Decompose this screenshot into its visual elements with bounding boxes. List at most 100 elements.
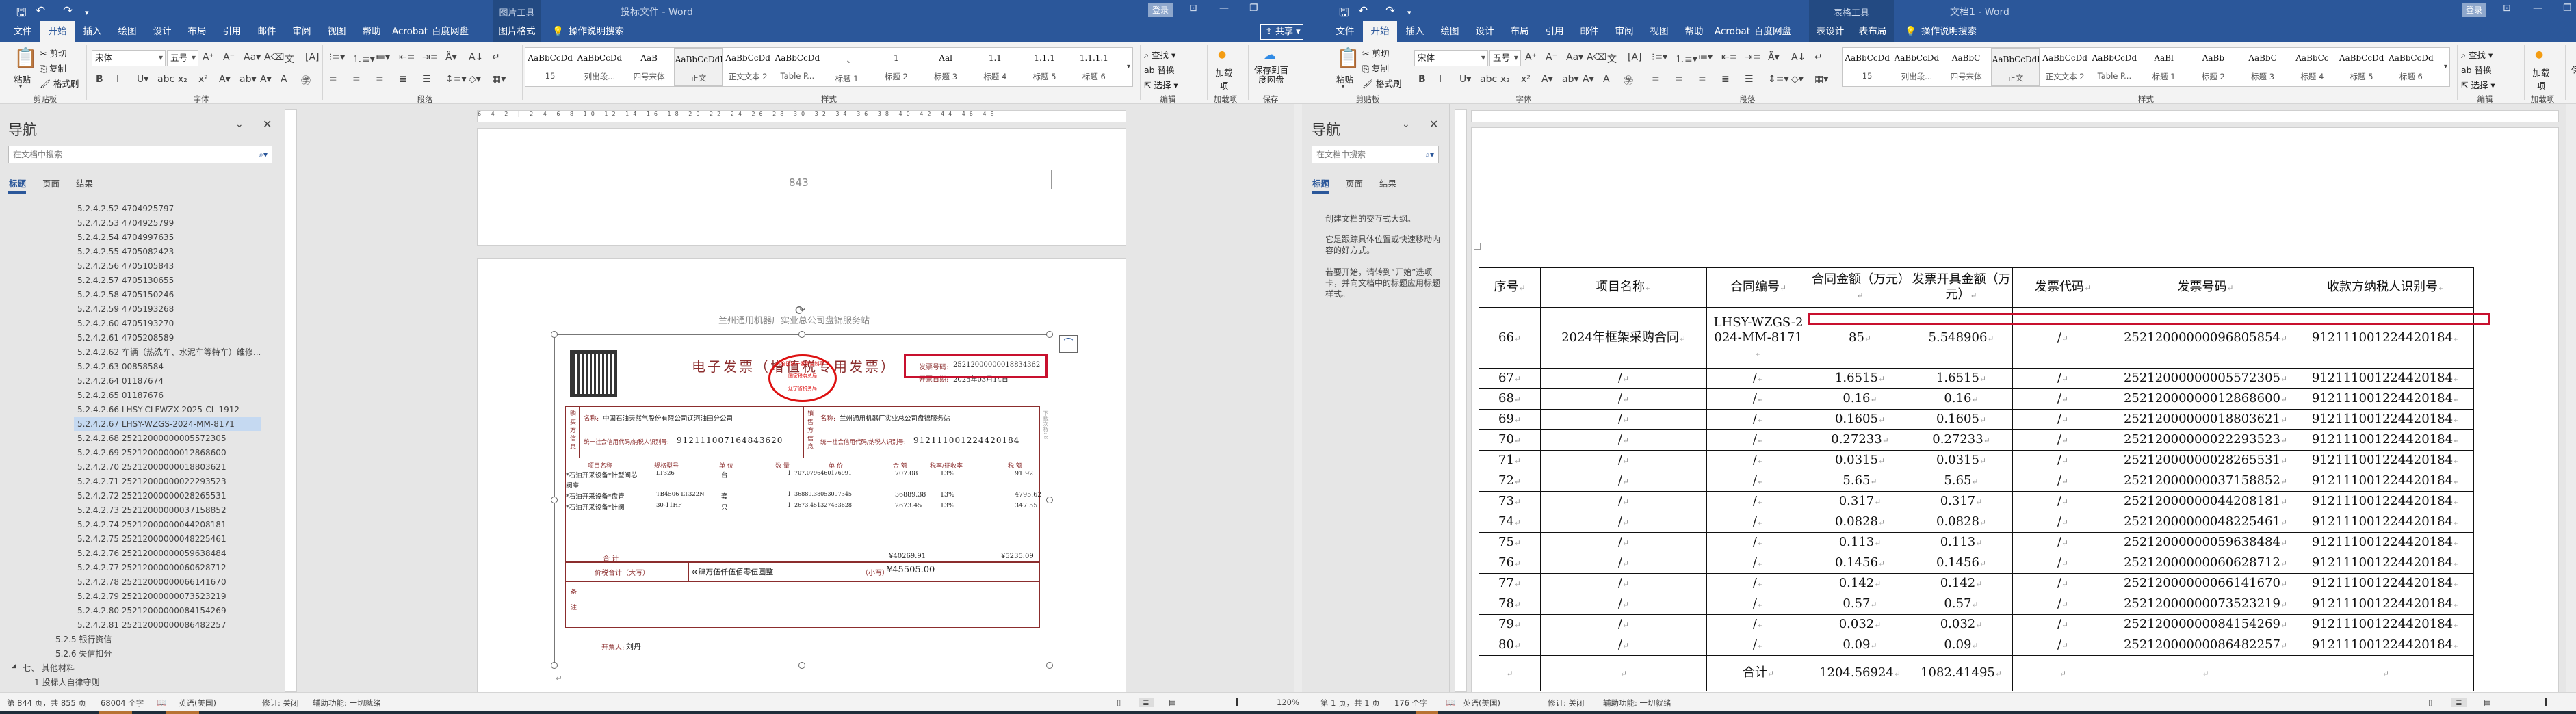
align-right-icon[interactable]: ≡: [376, 74, 384, 85]
text-effects-icon[interactable]: A▾: [1541, 74, 1553, 85]
table-cell[interactable]: /↵: [2012, 635, 2113, 656]
font-size-select[interactable]: 五号 ▼: [1489, 50, 1521, 66]
print-layout-icon[interactable]: ≣: [2451, 698, 2467, 707]
character-shading-icon[interactable]: A: [1603, 74, 1610, 85]
login-button[interactable]: 登录: [1148, 3, 1173, 17]
table-cell[interactable]: /↵: [1706, 388, 1810, 410]
table-cell[interactable]: 0.1605↵: [1910, 409, 2013, 430]
language[interactable]: 英语(美国): [1463, 698, 1500, 709]
style-标题 3[interactable]: AaBbC 标题 3: [2238, 48, 2287, 86]
table-cell[interactable]: 0.27233↵: [1910, 429, 2013, 451]
save-to-baidu-button[interactable]: 保存到百度网盘: [2569, 66, 2576, 85]
shrink-font-icon[interactable]: A⁻: [223, 52, 235, 63]
nav-heading-item[interactable]: 5.2.4.2.53 4704925799: [77, 216, 174, 230]
style-标题 3[interactable]: Aal 标题 3: [921, 48, 970, 86]
tab-审阅[interactable]: 审阅: [1607, 21, 1641, 42]
table-cell[interactable]: 0.032↵: [1910, 614, 2013, 635]
paste-button[interactable]: 粘贴: [1336, 72, 1353, 85]
nav-heading-item[interactable]: 5.2.4.2.54 4704997635: [77, 230, 174, 244]
table-cell[interactable]: 0.57↵: [1810, 594, 1910, 615]
sort-icon[interactable]: A↓: [1791, 52, 1806, 63]
table-cell[interactable]: 1082.41495↵: [1910, 655, 2013, 691]
table-cell[interactable]: /↵: [1540, 512, 1707, 533]
table-cell[interactable]: /↵: [1706, 429, 1810, 451]
clear-format-icon[interactable]: A⌫: [1587, 52, 1606, 63]
bold-icon[interactable]: B: [1418, 74, 1426, 85]
select-button[interactable]: ⇱ 选择 ▾: [1144, 78, 1178, 91]
table-cell[interactable]: 66↵: [1479, 307, 1541, 369]
tab-文件[interactable]: 文件: [1328, 21, 1362, 42]
tab-邮件[interactable]: 邮件: [1572, 21, 1606, 42]
expand-triangle-icon[interactable]: ◢: [12, 663, 16, 670]
table-cell[interactable]: ↵: [2012, 655, 2113, 691]
table-cell[interactable]: /↵: [2012, 594, 2113, 615]
replace-button[interactable]: ab 替换: [2461, 63, 2492, 76]
proofing-icon[interactable]: 📖: [1446, 698, 1455, 707]
justify-icon[interactable]: ≣: [399, 74, 407, 85]
redo-icon[interactable]: ↷: [63, 4, 73, 18]
style-四号宋体[interactable]: AaB 四号宋体: [625, 48, 674, 86]
nav-heading-item[interactable]: 5.2.4.2.77 25212000000060628712: [77, 561, 226, 574]
table-header-cell[interactable]: 发票号码↵: [2113, 267, 2298, 308]
style-四号宋体[interactable]: AaBbC 四号宋体: [1942, 48, 1991, 86]
table-cell[interactable]: 74↵: [1479, 512, 1541, 533]
vertical-scrollbar[interactable]: [2566, 104, 2576, 692]
table-cell[interactable]: 912111001224420184↵: [2298, 553, 2474, 574]
nav-heading-item[interactable]: 5.2.4.2.73 25212000000037158852: [77, 503, 226, 517]
nav-heading-item[interactable]: 5.2.5 银行资信: [55, 633, 112, 646]
tab-Acrobat[interactable]: Acrobat: [1712, 21, 1753, 42]
table-cell[interactable]: /↵: [2012, 614, 2113, 635]
nav-tab-标题[interactable]: 标题: [9, 176, 26, 189]
tell-me-search[interactable]: 操作说明搜索: [1921, 21, 1977, 42]
table-cell[interactable]: 912111001224420184↵: [2298, 635, 2474, 656]
align-center-icon[interactable]: ≡: [352, 74, 361, 85]
table-cell[interactable]: /↵: [1706, 614, 1810, 635]
table-cell[interactable]: /↵: [2012, 388, 2113, 410]
align-left-icon[interactable]: ≡: [1652, 74, 1660, 85]
table-cell[interactable]: 5.65↵: [1910, 471, 2013, 492]
phonetic-guide-icon[interactable]: 文: [1607, 52, 1617, 66]
table-cell[interactable]: 25212000000060628712↵: [2113, 553, 2298, 574]
style-正文[interactable]: AaBbCcDdI 正文: [673, 48, 723, 86]
table-cell[interactable]: 1.6515↵: [1910, 368, 2013, 389]
borders-icon[interactable]: ▦▾: [492, 74, 506, 85]
tab-帮助[interactable]: 帮助: [354, 21, 389, 42]
table-cell[interactable]: 25212000000012868600↵: [2113, 388, 2298, 410]
bullets-icon[interactable]: ⁝≡▾: [1652, 52, 1667, 63]
proofing-icon[interactable]: 📖: [157, 698, 166, 707]
table-cell[interactable]: 71↵: [1479, 450, 1541, 471]
save-to-baidu-button[interactable]: 保存到百度网盘: [1252, 66, 1290, 85]
table-cell[interactable]: /↵: [1540, 594, 1707, 615]
enclose-character-icon[interactable]: ㊫: [301, 74, 311, 88]
nav-heading-item[interactable]: 5.2.4.2.61 4705208589: [77, 331, 174, 345]
style-Table P...[interactable]: AaBbCcDd Table P...: [2090, 48, 2139, 86]
nav-heading-item[interactable]: 5.2.4.2.81 25212000000086482257: [77, 618, 226, 632]
nav-heading-item[interactable]: 5.2.4.2.55 4705082423: [77, 245, 174, 259]
table-cell[interactable]: /↵: [1706, 512, 1810, 533]
tab-审阅[interactable]: 审阅: [285, 21, 319, 42]
maximize-icon[interactable]: ❐: [2563, 3, 2572, 14]
resize-handle[interactable]: [1046, 497, 1053, 503]
italic-icon[interactable]: I: [116, 74, 119, 85]
bullets-icon[interactable]: ⁝≡▾: [329, 52, 345, 63]
table-cell[interactable]: 25212000000037158852↵: [2113, 471, 2298, 492]
table-cell[interactable]: 912111001224420184↵: [2298, 450, 2474, 471]
minimize-icon[interactable]: —: [1219, 3, 1229, 14]
table-cell[interactable]: 0.113↵: [1810, 532, 1910, 553]
table-cell[interactable]: 67↵: [1479, 368, 1541, 389]
select-button[interactable]: ⇱ 选择 ▾: [2461, 78, 2495, 91]
nav-heading-item[interactable]: 5.2.4.2.62 车辆（热洗车、水泥车等特车）维修...: [77, 345, 261, 359]
read-mode-icon[interactable]: ▯: [2428, 698, 2432, 707]
table-cell[interactable]: 25212000000084154269↵: [2113, 614, 2298, 635]
table-cell[interactable]: /↵: [1706, 409, 1810, 430]
nav-heading-item[interactable]: 5.2.4.2.66 LHSY-CLFWZX-2025-CL-1912: [77, 403, 239, 416]
nav-tab-结果[interactable]: 结果: [1379, 176, 1396, 189]
table-cell[interactable]: 79↵: [1479, 614, 1541, 635]
table-cell[interactable]: 25212000000059638484↵: [2113, 532, 2298, 553]
undo-icon[interactable]: ↶: [36, 4, 45, 18]
paste-icon[interactable]: 📋: [1336, 47, 1360, 69]
nav-heading-item[interactable]: 5.2.4.2.57 4705130655: [77, 274, 174, 287]
table-cell[interactable]: 1.6515↵: [1810, 368, 1910, 389]
shading-icon[interactable]: ◇▾: [1791, 74, 1804, 85]
copy-button[interactable]: ⎘ 复制: [1362, 62, 1389, 75]
